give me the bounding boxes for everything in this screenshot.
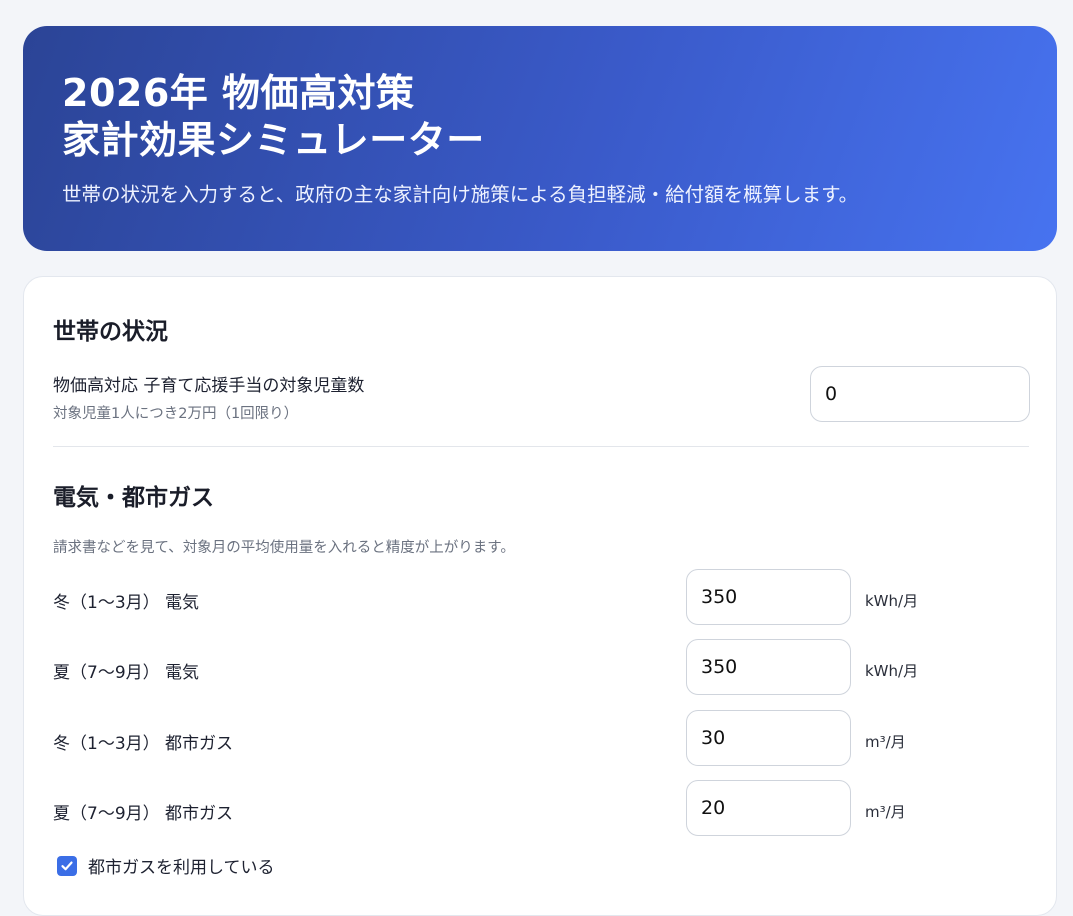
section-divider (53, 446, 1029, 447)
page-title-line2: 家計効果シミュレーター (62, 118, 485, 162)
child-count-input[interactable] (810, 366, 1030, 422)
gas-usage-checkbox-label: 都市ガスを利用している (88, 858, 275, 878)
page-title-line1: 2026年 物価高対策 (62, 71, 415, 115)
summer-electric-unit: kWh/月 (865, 662, 919, 680)
gas-usage-checkbox[interactable] (57, 855, 77, 876)
energy-note: 請求書などを見て、対象月の平均使用量を入れると精度が上がります。 (53, 540, 515, 556)
gas-usage-checkbox-row[interactable]: 都市ガスを利用している (57, 853, 275, 878)
winter-electric-input[interactable] (686, 569, 851, 625)
child-count-note: 対象児童1人につき2万円（1回限り） (53, 406, 299, 422)
checkmark-icon (61, 861, 73, 870)
page-title: 2026年 物価高対策 家計効果シミュレーター (62, 70, 1018, 164)
input-card: 世帯の状況 物価高対応 子育て応援手当の対象児童数 対象児童1人につき2万円（1… (23, 276, 1057, 916)
child-count-label: 物価高対応 子育て応援手当の対象児童数 (53, 376, 365, 396)
winter-gas-unit: m³/月 (865, 733, 906, 751)
summer-electric-label: 夏（7〜9月） 電気 (53, 663, 200, 683)
energy-section-title: 電気・都市ガス (53, 485, 214, 511)
winter-electric-label: 冬（1〜3月） 電気 (53, 593, 200, 613)
hero-banner: 2026年 物価高対策 家計効果シミュレーター 世帯の状況を入力すると、政府の主… (23, 26, 1057, 251)
summer-gas-input[interactable] (686, 780, 851, 836)
page-subtitle: 世帯の状況を入力すると、政府の主な家計向け施策による負担軽減・給付額を概算します… (62, 183, 859, 206)
winter-gas-input[interactable] (686, 710, 851, 766)
household-section-title: 世帯の状況 (53, 319, 168, 345)
summer-electric-input[interactable] (686, 639, 851, 695)
summer-gas-label: 夏（7〜9月） 都市ガス (53, 804, 234, 824)
winter-electric-unit: kWh/月 (865, 592, 919, 610)
winter-gas-label: 冬（1〜3月） 都市ガス (53, 734, 234, 754)
summer-gas-unit: m³/月 (865, 803, 906, 821)
